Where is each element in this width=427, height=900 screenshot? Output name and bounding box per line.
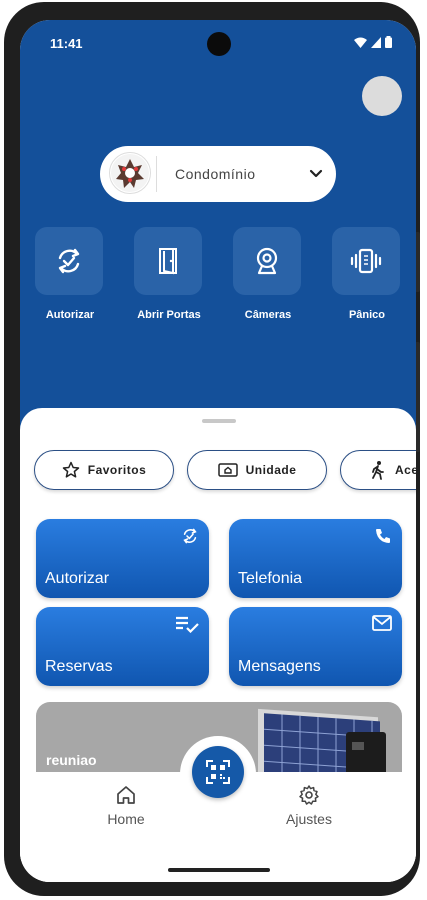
card-reservas[interactable]: Reservas [36,607,209,686]
card-label: Telefonia [238,570,303,587]
qr-code-icon [206,760,230,784]
phone-frame: 11:41 Condomínio Autorizar Abrir Portas … [4,2,420,896]
condo-divider [156,156,157,192]
home-icon [117,786,135,804]
list-check-icon [176,616,199,633]
vibrate-phone-icon [350,248,382,274]
signal-icon [371,36,381,48]
card-mensagens[interactable]: Mensagens [229,607,402,686]
header-panel: 11:41 Condomínio Autorizar Abrir Portas … [20,20,416,440]
quick-action-tile [134,227,202,295]
quick-action-panico[interactable]: Pânico [332,227,402,321]
card-telefonia[interactable]: Telefonia [229,519,402,598]
card-label: Autorizar [45,570,110,587]
quick-action-label: Autorizar [45,309,95,321]
quick-action-cameras[interactable]: Câmeras [233,227,303,321]
nav-home-label: Home [107,811,145,827]
app-screen: 11:41 Condomínio Autorizar Abrir Portas … [20,20,416,882]
status-time: 11:41 [50,36,83,51]
condo-label: Condomínio [175,166,256,182]
front-camera [207,32,231,56]
quick-action-tile [35,227,103,295]
chip-unidade[interactable]: Unidade [187,450,327,490]
sync-check-icon [58,248,80,274]
banner-label: reuniao [46,752,97,768]
quick-action-autorizar[interactable]: Autorizar [35,227,105,321]
card-autorizar[interactable]: Autorizar [36,519,209,598]
quick-action-label: Pânico [348,309,386,321]
quick-action-abrir-portas[interactable]: Abrir Portas [134,227,204,321]
gear-icon [299,785,319,805]
chevron-down-icon [309,169,323,178]
card-label: Mensagens [238,658,321,675]
qr-scan-button[interactable] [192,746,244,798]
nav-home[interactable]: Home [86,784,166,827]
nav-settings[interactable]: Ajustes [269,784,349,827]
webcam-icon [256,247,278,275]
quick-action-tile [233,227,301,295]
chip-favoritos[interactable]: Favoritos [34,450,174,490]
phone-icon [376,529,390,543]
card-label: Reservas [45,658,113,675]
chip-label: Favoritos [87,463,147,477]
status-icons [354,36,392,48]
chip-acessos[interactable]: Ace [340,450,416,490]
door-icon [159,248,177,275]
sheet-drag-handle[interactable] [202,419,236,423]
quick-action-label: Abrir Portas [137,309,201,321]
wifi-icon [354,37,367,48]
walk-icon [372,461,384,480]
chip-label: Ace [395,463,416,477]
status-bar: 11:41 [20,20,416,60]
avatar[interactable] [362,76,402,116]
home-indicator [168,868,270,872]
quick-action-label: Câmeras [244,309,292,321]
sync-check-icon [183,528,197,544]
star-icon [62,461,79,478]
condo-logo [109,152,151,194]
nav-settings-label: Ajustes [286,811,332,827]
quick-action-tile [332,227,400,295]
battery-icon [385,36,392,48]
home-card-icon [217,463,238,477]
condo-selector[interactable]: Condomínio [100,146,336,202]
chip-label: Unidade [245,463,297,477]
mail-icon [372,615,392,631]
